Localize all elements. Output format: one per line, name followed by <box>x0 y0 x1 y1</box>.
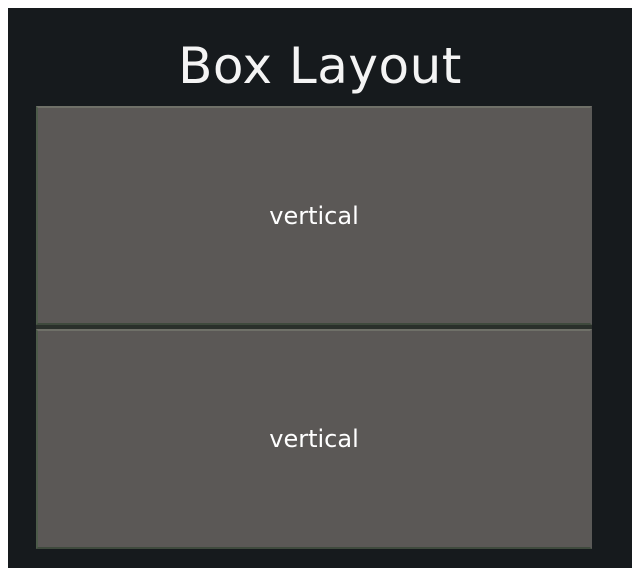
vertical-button-top[interactable]: vertical <box>36 106 592 325</box>
vertical-button-bottom[interactable]: vertical <box>36 329 592 549</box>
app-window: Box Layout vertical vertical <box>8 8 632 568</box>
vertical-button-top-label: vertical <box>269 201 359 230</box>
window-title: Box Layout <box>178 37 462 95</box>
vertical-button-bottom-label: vertical <box>269 425 359 453</box>
